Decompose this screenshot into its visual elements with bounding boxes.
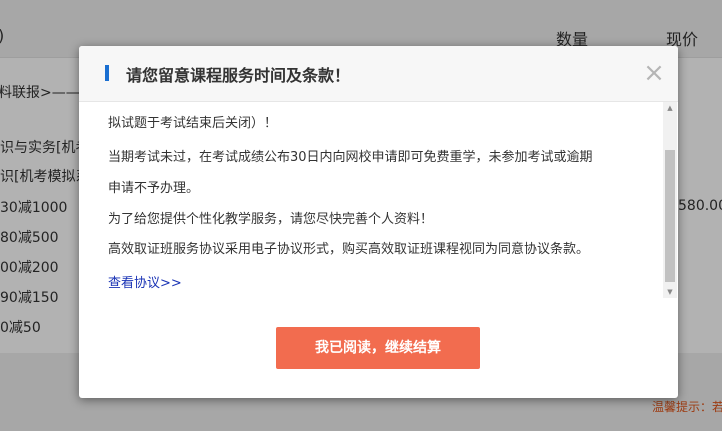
view-agreement-link[interactable]: 查看协议>> [108,272,182,291]
dialog-body[interactable]: 拟试题于考试结束后关闭）！ 当期考试未过，在考试成绩公布30日内向网校申请即可免… [79,102,678,298]
terms-paragraph: 高效取证班服务协议采用电子协议形式，购买高效取证班课程视同为同意协议条款。 [108,242,590,257]
scroll-up-arrow-icon[interactable]: ▲ [663,102,677,114]
page: ) 数量 现价 料联报>—— 识与实务[机考 识[机考模拟系 30减1000 8… [0,0,722,431]
terms-paragraph: 为了给您提供个性化教学服务，请您尽快完善个人资料！ [108,212,434,227]
confirm-continue-checkout-button[interactable]: 我已阅读，继续结算 [276,327,480,369]
dialog-scrollbar[interactable]: ▲ ▼ [663,102,677,298]
terms-paragraph: 当期考试未过，在考试成绩公布30日内向网校申请即可免费重学，未参加考试或逾期 [108,150,593,165]
scroll-thumb[interactable] [665,150,675,282]
dialog-header: 请您留意课程服务时间及条款！ × [79,46,678,102]
title-accent-bar [105,65,109,81]
dialog-title: 请您留意课程服务时间及条款！ [126,66,351,85]
scroll-down-arrow-icon[interactable]: ▼ [663,286,677,298]
close-icon[interactable]: × [639,58,669,88]
terms-paragraph: 申请不予办理。 [108,181,200,196]
terms-dialog: 请您留意课程服务时间及条款！ × 拟试题于考试结束后关闭）！ 当期考试未过，在考… [79,46,678,398]
terms-paragraph: 拟试题于考试结束后关闭）！ [108,116,278,131]
